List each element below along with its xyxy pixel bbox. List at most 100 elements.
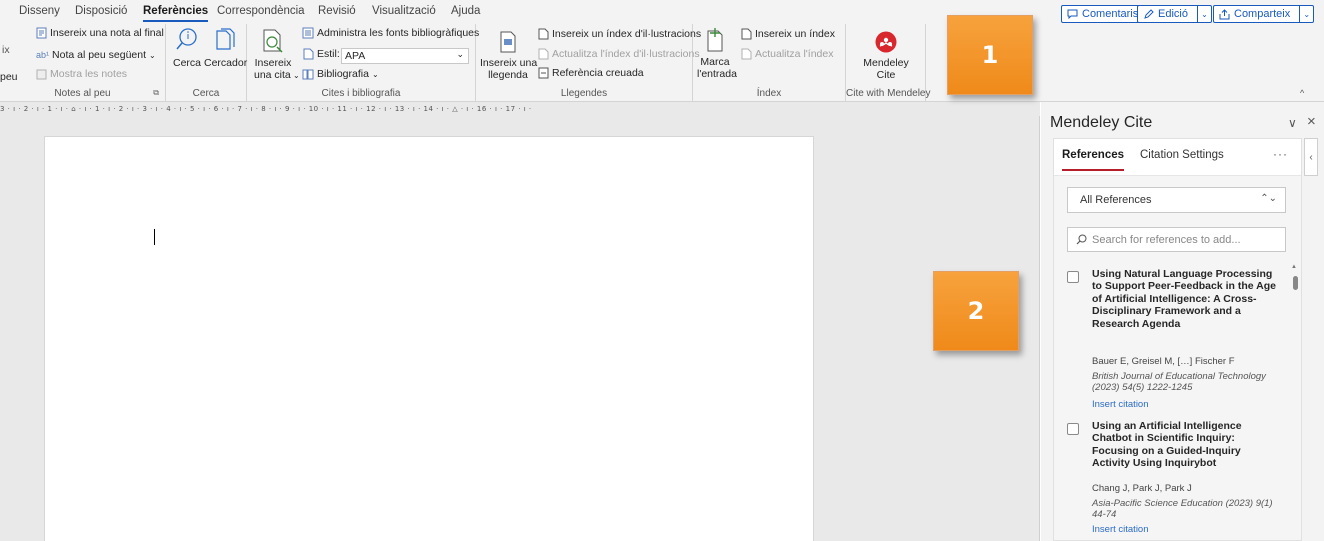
reference-journal: British Journal of Educational Technolog…: [1092, 371, 1266, 393]
tab-citation-settings[interactable]: Citation Settings: [1140, 149, 1224, 161]
bibliography-label: Bibliografia: [317, 68, 369, 80]
next-footnote-button[interactable]: ab¹ Nota al peu següent ⌄: [36, 49, 156, 61]
manage-sources-button[interactable]: Administra les fonts bibliogràfiques: [302, 27, 479, 39]
chevron-down-icon[interactable]: ∨: [1288, 116, 1297, 130]
close-icon[interactable]: ×: [1307, 113, 1316, 130]
ribbon: Disseny Disposició Referències Correspon…: [0, 0, 1324, 102]
reference-checkbox[interactable]: [1067, 423, 1079, 435]
pane-title: Mendeley Cite: [1050, 114, 1153, 131]
tab-mailings[interactable]: Correspondència: [217, 5, 305, 17]
endnote-icon: [36, 27, 47, 39]
insert-citation-link[interactable]: Insert citation: [1092, 399, 1149, 410]
style-icon: [302, 48, 314, 60]
cross-reference-button[interactable]: Referència creuada: [538, 67, 644, 79]
document-page[interactable]: [44, 136, 814, 541]
insert-caption-button[interactable]: Insereix una llegenda: [480, 30, 538, 81]
cut-footnote-label-bottom: peu: [0, 71, 18, 83]
comments-label: Comentaris: [1082, 8, 1139, 20]
show-notes-button[interactable]: Mostra les notes: [36, 68, 127, 80]
dialog-launcher-icon[interactable]: ⧉: [153, 88, 159, 98]
editing-button[interactable]: Edició ⌄: [1137, 5, 1212, 23]
footnotes-group-label: Notes al peu: [54, 88, 111, 99]
insert-endnote-label: Insereix una nota al final: [50, 27, 164, 39]
search-label: Cerca: [172, 57, 201, 69]
insert-table-of-figures-label: Insereix un índex d'il·lustracions: [552, 28, 702, 40]
chevron-updown-icon: ⌃⌄: [1260, 193, 1277, 204]
horizontal-ruler[interactable]: 3 · ı · 2 · ı · 1 · ı · ⌂ · ı · 1 · ı · …: [0, 102, 1040, 116]
researcher-button[interactable]: Cercador: [204, 27, 248, 69]
insert-endnote-button[interactable]: Insereix una nota al final: [36, 27, 164, 39]
update-table-icon: [538, 48, 549, 60]
reference-title: Using Natural Language Processing to Sup…: [1092, 268, 1276, 330]
tab-design[interactable]: Disseny: [19, 5, 60, 17]
update-index-icon: [741, 48, 752, 60]
citations-group: Insereix una cita ⌄ Administra les fonts…: [247, 24, 479, 102]
mendeley-logo-icon: [875, 31, 897, 53]
search-group: Cerca Cercador Cerca: [166, 24, 247, 102]
footnotes-group: ix peu Insereix una nota al final ab¹ No…: [0, 24, 166, 102]
mendeley-label-2: Cite: [876, 69, 896, 81]
references-filter-select[interactable]: All References ⌃⌄: [1067, 187, 1286, 213]
chevron-down-icon: ⌄: [149, 50, 156, 60]
style-label: Estil:: [317, 48, 340, 60]
update-table-label: Actualitza l'índex d'il·lustracions: [552, 48, 700, 60]
update-index-label: Actualitza l'índex: [755, 48, 834, 60]
insert-citation-link[interactable]: Insert citation: [1092, 524, 1149, 535]
captions-group-label: Llegendes: [560, 88, 608, 99]
update-index-button[interactable]: Actualitza l'índex: [741, 48, 833, 60]
pencil-icon: [1143, 8, 1154, 20]
search-group-label: Cerca: [192, 88, 220, 99]
update-table-button[interactable]: Actualitza l'índex d'il·lustracions: [538, 48, 700, 60]
callout-badge-1: 1: [947, 15, 1033, 95]
tab-view[interactable]: Visualització: [372, 5, 436, 17]
bibliography-button[interactable]: Bibliografia ⌄: [302, 68, 379, 80]
mark-entry-button[interactable]: Marca l'entrada: [697, 27, 737, 80]
insert-citation-label-1: Insereix: [254, 57, 292, 69]
reference-title: Using an Artificial Intelligence Chatbot…: [1092, 420, 1242, 470]
search-icon: [175, 27, 199, 53]
index-group: Marca l'entrada Insereix un índex Actual…: [693, 24, 846, 102]
mendeley-group-label: Cite with Mendeley: [846, 88, 931, 99]
cross-reference-label: Referència creuada: [552, 67, 644, 79]
reference-checkbox[interactable]: [1067, 271, 1079, 283]
insert-citation-icon: [260, 27, 286, 55]
pane-expand-tab[interactable]: ‹: [1304, 138, 1318, 176]
researcher-label: Cercador: [204, 57, 248, 69]
document-canvas: [0, 116, 1040, 541]
pane-content: References Citation Settings ··· All Ref…: [1053, 138, 1302, 541]
tab-layout[interactable]: Disposició: [75, 5, 127, 17]
tab-help[interactable]: Ajuda: [451, 5, 480, 17]
editing-label: Edició: [1158, 8, 1188, 20]
cut-footnote-label-top: ix: [2, 44, 10, 56]
style-dropdown[interactable]: APA ⌄: [341, 48, 469, 64]
insert-citation-button[interactable]: Insereix una cita ⌄: [254, 27, 300, 82]
mendeley-cite-button[interactable]: Mendeley Cite: [850, 31, 922, 81]
collapse-ribbon-icon[interactable]: ^: [1300, 88, 1304, 98]
scrollbar-thumb[interactable]: [1293, 276, 1298, 290]
style-control: Estil:: [302, 48, 340, 60]
scroll-up-icon[interactable]: ▲: [1291, 264, 1297, 270]
style-value: APA: [345, 50, 366, 62]
more-options-icon[interactable]: ···: [1273, 147, 1288, 161]
reference-search-box[interactable]: [1067, 227, 1286, 252]
chevron-down-icon[interactable]: ⌄: [1299, 6, 1313, 22]
cross-reference-icon: [538, 67, 549, 79]
tab-references[interactable]: Referències: [143, 5, 209, 22]
reference-search-input[interactable]: [1092, 233, 1277, 246]
tab-review[interactable]: Revisió: [318, 5, 356, 17]
insert-caption-label-1: Insereix una: [480, 57, 538, 69]
share-button[interactable]: Comparteix ⌄: [1213, 5, 1315, 23]
insert-table-of-figures-button[interactable]: Insereix un índex d'il·lustracions: [538, 28, 701, 40]
search-button[interactable]: Cerca: [172, 27, 202, 69]
insert-index-button[interactable]: Insereix un índex: [741, 28, 835, 40]
text-cursor: [154, 229, 155, 245]
chevron-down-icon[interactable]: ⌄: [1196, 6, 1211, 22]
index-group-label: Índex: [756, 88, 782, 99]
next-footnote-icon: ab¹: [36, 50, 50, 60]
mendeley-group: Mendeley Cite Cite with Mendeley: [846, 24, 931, 102]
researcher-icon: [212, 27, 236, 53]
insert-caption-icon: [498, 30, 518, 54]
comments-button[interactable]: Comentaris: [1061, 5, 1145, 23]
tab-references-pane[interactable]: References: [1062, 149, 1125, 171]
next-footnote-label: Nota al peu següent: [52, 49, 147, 61]
